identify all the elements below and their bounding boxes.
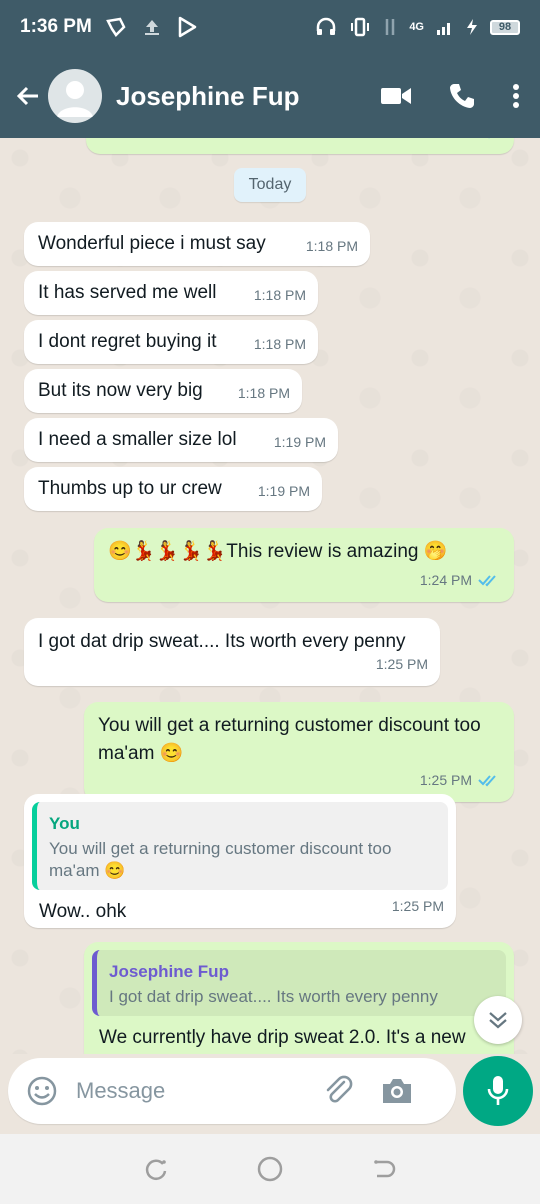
message-meta: 1:19 PM (274, 428, 326, 456)
default-avatar-icon (57, 81, 93, 117)
message-incoming[interactable]: I got dat drip sweat.... Its worth every… (24, 618, 440, 686)
message-time: 1:19 PM (273, 434, 326, 450)
message-outgoing[interactable]: You will get a returning customer discou… (84, 702, 514, 802)
read-receipt-icon (478, 575, 496, 587)
video-call-icon[interactable] (380, 85, 412, 107)
charging-icon (467, 19, 477, 35)
chat-area[interactable]: 4:04 PM Today Wonderful piece i must say… (0, 138, 540, 1054)
double-chevron-down-icon (489, 1012, 507, 1029)
message-outgoing[interactable]: 😊💃💃💃💃This review is amazing 🤭 1:24 PM (94, 528, 514, 602)
signal-icon (437, 23, 450, 35)
quoted-message[interactable]: Josephine Fup I got dat drip sweat.... I… (92, 950, 506, 1016)
microphone-icon (487, 1076, 509, 1105)
play-store-icon (178, 16, 197, 38)
message-meta: 4:04 PM (422, 138, 502, 146)
data-transfer-icon (386, 19, 395, 35)
message-text: Thumbs up to ur crew (38, 478, 222, 499)
message-time: 4:04 PM (422, 138, 474, 146)
message-composer (8, 1058, 456, 1124)
more-options-icon[interactable] (512, 83, 520, 109)
message-incoming[interactable]: Thumbs up to ur crew 1:19 PM (24, 467, 322, 511)
message-time: 1:18 PM (253, 336, 306, 352)
headphones-icon (317, 17, 336, 35)
message-text: I got dat drip sweat.... Its worth every… (38, 631, 406, 652)
network-type: 4G (409, 21, 424, 33)
avatar[interactable] (48, 69, 102, 123)
message-time: 1:18 PM (237, 385, 290, 401)
message-text: But its now very big (38, 380, 203, 401)
message-meta: 1:18 PM (254, 281, 306, 309)
quoted-message[interactable]: You You will get a returning customer di… (32, 802, 448, 890)
message-incoming-reply[interactable]: You You will get a returning customer di… (24, 794, 456, 928)
back-arrow-icon[interactable] (14, 82, 42, 110)
message-text: It has served me well (38, 282, 217, 303)
message-meta: 1:18 PM (306, 232, 358, 260)
contact-name[interactable]: Josephine Fup (116, 81, 299, 112)
message-outgoing-reply[interactable]: Josephine Fup I got dat drip sweat.... I… (84, 942, 514, 1054)
vibrate-icon (351, 17, 370, 37)
back-icon[interactable] (371, 1156, 397, 1182)
day-divider: Today (234, 168, 306, 202)
message-time: 1:25 PM (375, 656, 428, 672)
message-meta: 1:25 PM (392, 892, 444, 920)
voice-call-icon[interactable] (448, 82, 476, 110)
message-meta: 1:24 PM (420, 566, 502, 594)
scroll-to-bottom-button[interactable] (474, 996, 522, 1044)
quoted-text: You will get a returning customer discou… (49, 839, 392, 880)
quoted-sender: Josephine Fup (109, 962, 229, 981)
message-meta: 1:25 PM (376, 650, 428, 678)
message-meta: 1:25 PM (420, 766, 502, 794)
message-incoming[interactable]: Wonderful piece i must say 1:18 PM (24, 222, 370, 266)
message-text: Wonderful piece i must say (38, 233, 266, 254)
quoted-text: I got dat drip sweat.... Its worth every… (109, 987, 438, 1006)
attach-icon[interactable] (322, 1074, 356, 1108)
recent-apps-icon[interactable] (143, 1156, 169, 1182)
status-bar: 1:36 PM 4G 98 (0, 0, 540, 54)
app-notification-icon (105, 17, 126, 37)
message-time: 1:25 PM (391, 898, 444, 914)
home-icon[interactable] (256, 1155, 284, 1183)
message-text: I need a smaller size lol (38, 429, 237, 450)
message-incoming[interactable]: I dont regret buying it 1:18 PM (24, 320, 318, 364)
message-time: 1:18 PM (305, 238, 358, 254)
message-time: 1:18 PM (253, 287, 306, 303)
message-meta: 1:18 PM (254, 330, 306, 358)
battery-indicator: 98 (490, 19, 520, 35)
upload-icon (144, 20, 159, 35)
status-time: 1:36 PM (20, 16, 92, 37)
message-input[interactable] (76, 1078, 316, 1104)
message-text: We currently have drip sweat 2.0. It's a… (99, 1027, 466, 1048)
message-text: Wow.. ohk (39, 901, 127, 922)
read-receipt-icon (478, 775, 496, 787)
message-incoming[interactable]: But its now very big 1:18 PM (24, 369, 302, 413)
read-receipt-icon (488, 138, 490, 139)
message-text: I dont regret buying it (38, 331, 217, 352)
message-text: 😊💃💃💃💃This review is amazing 🤭 (108, 541, 448, 562)
camera-icon[interactable] (380, 1076, 414, 1106)
message-time: 1:25 PM (419, 772, 472, 788)
message-meta: 1:19 PM (258, 477, 310, 505)
message-time: 1:19 PM (257, 483, 310, 499)
message-time: 1:24 PM (419, 572, 472, 588)
message-meta: 1:18 PM (238, 379, 290, 407)
system-navigation-bar (0, 1134, 540, 1204)
message-bubble-partial[interactable]: 4:04 PM (86, 138, 514, 154)
message-incoming[interactable]: It has served me well 1:18 PM (24, 271, 318, 315)
message-text: You will get a returning customer discou… (98, 715, 481, 764)
quoted-sender: You (49, 814, 80, 833)
emoji-icon[interactable] (26, 1075, 58, 1107)
message-incoming[interactable]: I need a smaller size lol 1:19 PM (24, 418, 338, 462)
chat-header: Josephine Fup (0, 54, 540, 138)
voice-message-button[interactable] (463, 1056, 533, 1126)
